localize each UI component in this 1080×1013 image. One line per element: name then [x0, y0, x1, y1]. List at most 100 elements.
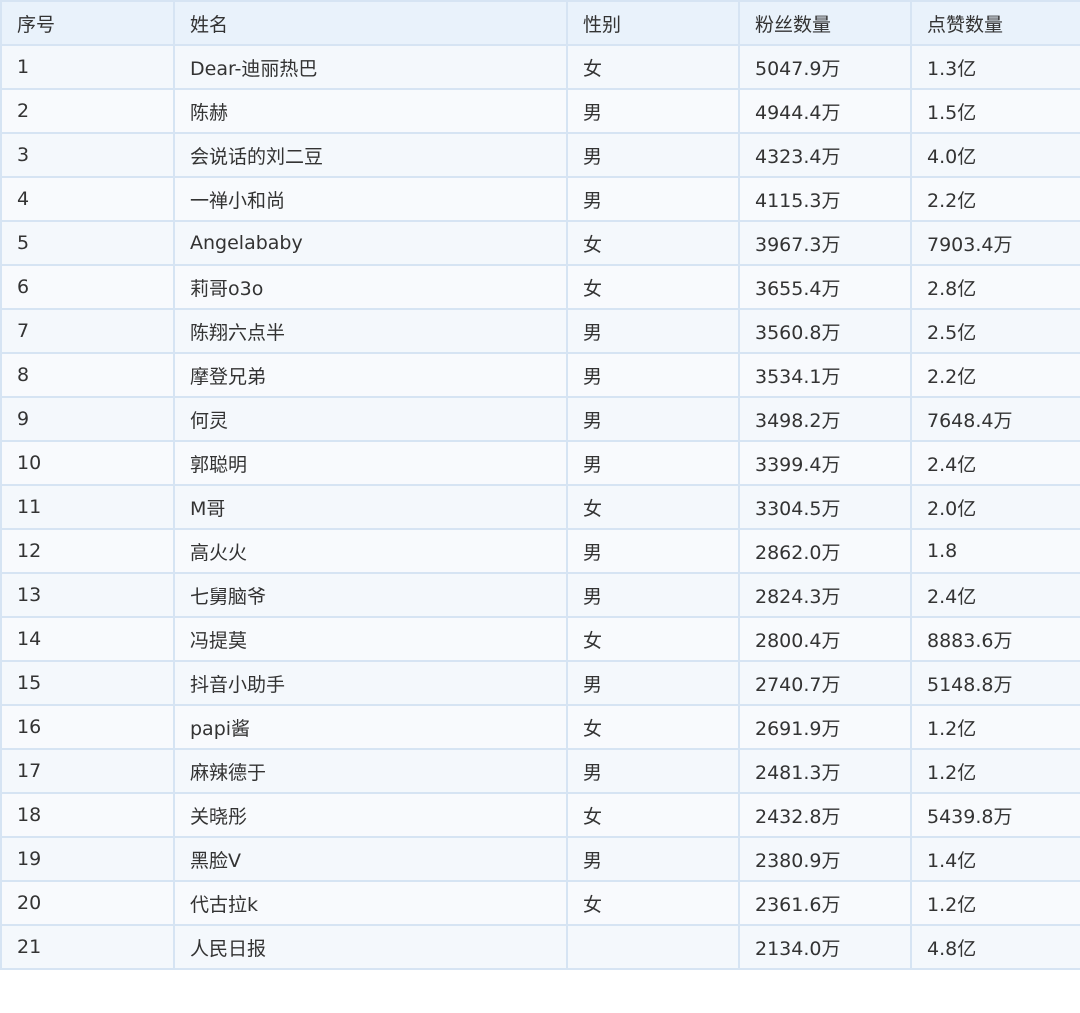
cell-name: 代古拉k — [173, 880, 568, 926]
cell-index: 4 — [0, 176, 175, 222]
header-gender: 性别 — [566, 0, 740, 46]
cell-index: 17 — [0, 748, 175, 794]
cell-gender: 男 — [566, 176, 740, 222]
cell-index: 1 — [0, 44, 175, 90]
cell-index: 16 — [0, 704, 175, 750]
cell-gender: 女 — [566, 220, 740, 266]
cell-name: Angelababy — [173, 220, 568, 266]
cell-name: papi酱 — [173, 704, 568, 750]
table-row: 4 一禅小和尚男 4115.3万 2.2亿 — [0, 176, 1080, 222]
cell-likes: 1.2亿 — [910, 704, 1080, 750]
cell-index: 10 — [0, 440, 175, 486]
cell-gender: 男 — [566, 440, 740, 486]
cell-name: 陈翔六点半 — [173, 308, 568, 354]
cell-index: 9 — [0, 396, 175, 442]
cell-index: 21 — [0, 924, 175, 970]
cell-followers: 3534.1万 — [738, 352, 912, 398]
cell-gender: 女 — [566, 264, 740, 310]
cell-gender: 男 — [566, 660, 740, 706]
cell-name: 高火火 — [173, 528, 568, 574]
cell-gender: 女 — [566, 880, 740, 926]
cell-name: 莉哥o3o — [173, 264, 568, 310]
cell-index: 19 — [0, 836, 175, 882]
cell-name: 七舅脑爷 — [173, 572, 568, 618]
cell-followers: 2481.3万 — [738, 748, 912, 794]
cell-followers: 4944.4万 — [738, 88, 912, 134]
cell-gender: 男 — [566, 396, 740, 442]
header-row: 序号 姓名 性别 粉丝数量 点赞数量 — [0, 0, 1080, 46]
cell-gender: 男 — [566, 88, 740, 134]
cell-index: 14 — [0, 616, 175, 662]
cell-likes: 7903.4万 — [910, 220, 1080, 266]
header-index: 序号 — [0, 0, 175, 46]
header-likes: 点赞数量 — [910, 0, 1080, 46]
cell-likes: 4.0亿 — [910, 132, 1080, 178]
cell-likes: 1.8 — [910, 528, 1080, 574]
table-row: 21 人民日报 2134.0万 4.8亿 — [0, 924, 1080, 970]
cell-name: 关晓彤 — [173, 792, 568, 838]
cell-followers: 2361.6万 — [738, 880, 912, 926]
cell-likes: 5148.8万 — [910, 660, 1080, 706]
cell-index: 5 — [0, 220, 175, 266]
cell-followers: 3967.3万 — [738, 220, 912, 266]
cell-name: 人民日报 — [173, 924, 568, 970]
table-row: 9 何灵男 3498.2万 7648.4万 — [0, 396, 1080, 442]
cell-gender: 男 — [566, 528, 740, 574]
table-row: 10 郭聪明男 3399.4万 2.4亿 — [0, 440, 1080, 486]
cell-followers: 2432.8万 — [738, 792, 912, 838]
cell-name: 一禅小和尚 — [173, 176, 568, 222]
cell-followers: 4115.3万 — [738, 176, 912, 222]
cell-index: 18 — [0, 792, 175, 838]
cell-followers: 3498.2万 — [738, 396, 912, 442]
cell-gender: 女 — [566, 484, 740, 530]
cell-name: 会说话的刘二豆 — [173, 132, 568, 178]
cell-index: 3 — [0, 132, 175, 178]
cell-name: 黑脸V — [173, 836, 568, 882]
cell-followers: 2824.3万 — [738, 572, 912, 618]
cell-name: 何灵 — [173, 396, 568, 442]
cell-index: 12 — [0, 528, 175, 574]
cell-index: 6 — [0, 264, 175, 310]
cell-index: 13 — [0, 572, 175, 618]
cell-name: M哥 — [173, 484, 568, 530]
cell-gender — [566, 924, 740, 970]
table-row: 2 陈赫男 4944.4万 1.5亿 — [0, 88, 1080, 134]
table-header: 序号 姓名 性别 粉丝数量 点赞数量 — [0, 0, 1080, 46]
cell-name: 郭聪明 — [173, 440, 568, 486]
table-row: 11 M哥女 3304.5万 2.0亿 — [0, 484, 1080, 530]
table-row: 18 关晓彤女 2432.8万 5439.8万 — [0, 792, 1080, 838]
ranking-table: 序号 姓名 性别 粉丝数量 点赞数量 1 Dear-迪丽热巴女 5047.9万 1.3… — [0, 0, 1080, 970]
table-row: 3 会说话的刘二豆男 4323.4万 4.0亿 — [0, 132, 1080, 178]
cell-gender: 女 — [566, 44, 740, 90]
cell-gender: 男 — [566, 132, 740, 178]
cell-name: 抖音小助手 — [173, 660, 568, 706]
cell-likes: 1.3亿 — [910, 44, 1080, 90]
cell-name: Dear-迪丽热巴 — [173, 44, 568, 90]
cell-likes: 1.2亿 — [910, 748, 1080, 794]
cell-name: 冯提莫 — [173, 616, 568, 662]
header-followers: 粉丝数量 — [738, 0, 912, 46]
table-row: 20 代古拉k 女 2361.6万 1.2亿 — [0, 880, 1080, 926]
cell-gender: 男 — [566, 352, 740, 398]
cell-followers: 2862.0万 — [738, 528, 912, 574]
cell-followers: 5047.9万 — [738, 44, 912, 90]
cell-likes: 1.4亿 — [910, 836, 1080, 882]
cell-gender: 男 — [566, 572, 740, 618]
table-row: 12 高火火男 2862.0万 1.8 — [0, 528, 1080, 574]
cell-likes: 1.2亿 — [910, 880, 1080, 926]
table-row: 14 冯提莫女 2800.4万 8883.6万 — [0, 616, 1080, 662]
table-row: 8 摩登兄弟男 3534.1万 2.2亿 — [0, 352, 1080, 398]
cell-followers: 2380.9万 — [738, 836, 912, 882]
table-row: 6 莉哥o3o 女 3655.4万 2.8亿 — [0, 264, 1080, 310]
cell-followers: 2691.9万 — [738, 704, 912, 750]
cell-likes: 4.8亿 — [910, 924, 1080, 970]
cell-likes: 7648.4万 — [910, 396, 1080, 442]
table-row: 15 抖音小助手男 2740.7万 5148.8万 — [0, 660, 1080, 706]
cell-likes: 2.0亿 — [910, 484, 1080, 530]
cell-index: 20 — [0, 880, 175, 926]
cell-followers: 2800.4万 — [738, 616, 912, 662]
cell-gender: 女 — [566, 792, 740, 838]
cell-gender: 男 — [566, 836, 740, 882]
header-name: 姓名 — [173, 0, 568, 46]
cell-followers: 4323.4万 — [738, 132, 912, 178]
